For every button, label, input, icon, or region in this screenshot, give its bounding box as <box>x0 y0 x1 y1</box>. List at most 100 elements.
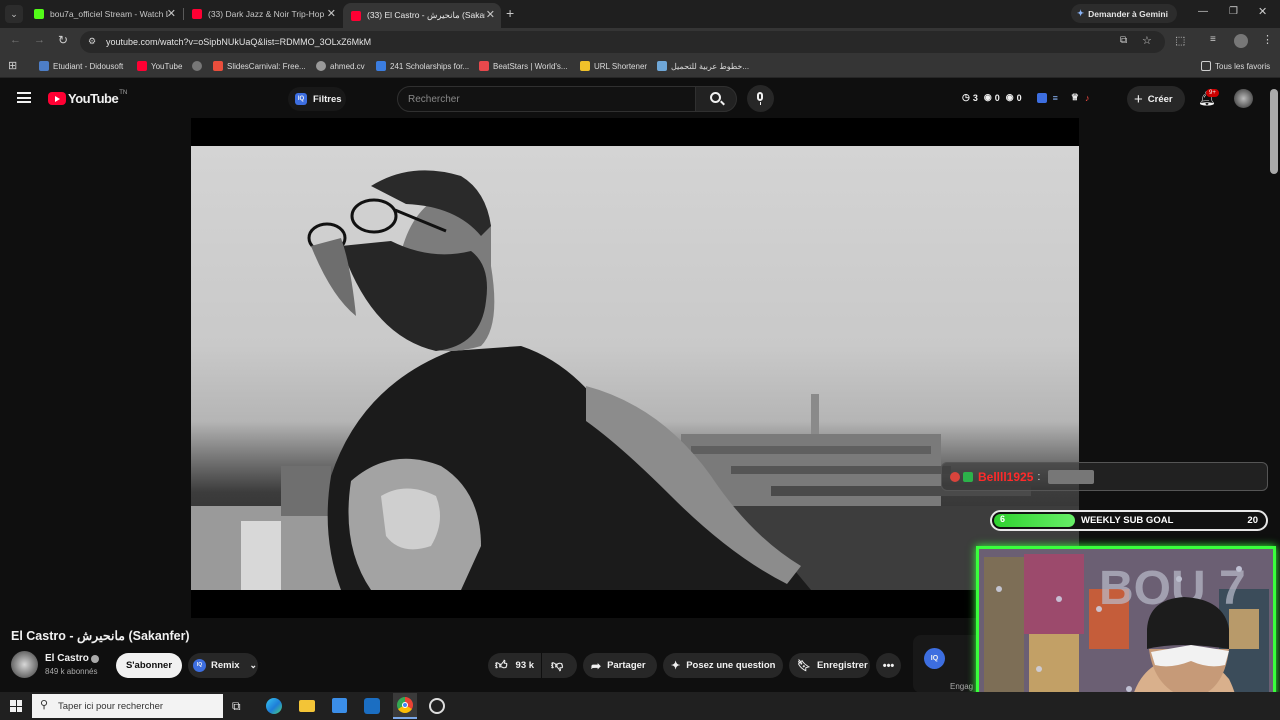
sub-goal-target: 20 <box>1247 515 1258 526</box>
subscribe-button[interactable]: S'abonner <box>116 653 182 678</box>
bookmark-label: خطوط عربية للتحميل... <box>671 61 750 71</box>
reload-icon[interactable]: ↻ <box>58 33 68 47</box>
taskbar-search-input[interactable]: ⚲ Taper ici pour rechercher <box>32 694 223 718</box>
bookmark-label: YouTube <box>151 61 183 71</box>
close-icon[interactable]: ✕ <box>486 8 495 21</box>
bookmark-star-icon[interactable]: ☆ <box>1142 34 1152 47</box>
filters-button[interactable]: IQ Filtres <box>288 87 346 111</box>
voice-search-button[interactable] <box>747 85 774 112</box>
browser-tab-strip: ⌄ bou7a_officiel Stream - Watch Live ✕ (… <box>0 0 1280 28</box>
channel-name[interactable]: El Castro <box>45 653 89 664</box>
back-icon[interactable]: ← <box>10 34 21 46</box>
forward-icon[interactable]: → <box>34 34 45 46</box>
bookmark-item[interactable]: BeatStars | World's... <box>479 61 568 71</box>
verified-icon <box>91 655 99 663</box>
search-button[interactable] <box>695 86 737 112</box>
address-bar[interactable]: ⚙ youtube.com/watch?v=oSipbNUkUaQ&list=R… <box>80 31 1165 53</box>
tab-search-button[interactable]: ⌄ <box>5 5 23 23</box>
extensions-icon[interactable]: ⬚ <box>1175 34 1185 47</box>
ask-question-button[interactable]: ✦ Posez une question <box>663 653 783 678</box>
bookmark-item[interactable]: Etudiant - Didousoft <box>39 61 123 71</box>
stat-value: 0 <box>994 92 1000 103</box>
bookmark-label: BeatStars | World's... <box>493 61 568 71</box>
chat-separator: : <box>1037 470 1041 483</box>
store-icon[interactable] <box>332 698 347 713</box>
close-icon[interactable]: ✕ <box>327 7 336 20</box>
browser-tab[interactable]: bou7a_officiel Stream - Watch Live ✕ <box>26 4 182 24</box>
stat-value: 3 <box>972 92 978 103</box>
create-button[interactable]: + Créer <box>1127 86 1185 112</box>
bookmark-item[interactable] <box>192 61 206 71</box>
youtube-favicon-icon <box>351 10 361 21</box>
account-avatar[interactable] <box>1234 89 1253 108</box>
globe-icon <box>192 61 202 71</box>
webcam-scene: BOU 7 <box>979 549 1273 715</box>
list-icon[interactable]: ≡ <box>1053 93 1058 103</box>
save-button[interactable]: 🔖︎ Enregistrer <box>789 653 870 678</box>
more-menu-icon[interactable]: ⋮ <box>1262 33 1273 46</box>
outlook-icon[interactable] <box>364 698 380 714</box>
browser-tab[interactable]: (33) Dark Jazz & Noir Trip-Hop ✕ <box>184 4 342 24</box>
filters-label: Filtres <box>313 93 342 105</box>
youtube-logo[interactable]: YouTube TN <box>48 90 127 106</box>
media-icon[interactable]: ≡ <box>1210 34 1216 45</box>
trophy-icon[interactable]: ♕ <box>1071 92 1079 103</box>
chrome-taskbar-button[interactable] <box>393 693 417 719</box>
share-button[interactable]: ➦ Partager <box>583 653 657 678</box>
install-app-icon[interactable]: ⧉ <box>1120 35 1127 46</box>
bookmark-item[interactable]: 241 Scholarships for... <box>376 61 469 71</box>
bookmark-item[interactable]: SlidesCarnival: Free... <box>213 61 306 71</box>
remix-button[interactable]: IQ Remix ⌄ <box>188 653 258 678</box>
channel-avatar[interactable] <box>11 651 38 678</box>
more-actions-button[interactable]: ••• <box>876 653 901 678</box>
notification-badge: 9+ <box>1206 89 1219 97</box>
close-window-button[interactable]: ✕ <box>1258 5 1267 18</box>
gemini-button[interactable]: ✦ Demander à Gemini <box>1071 4 1177 23</box>
new-tab-button[interactable]: + <box>506 5 514 21</box>
bookmark-label: 241 Scholarships for... <box>390 61 470 71</box>
like-button[interactable]: 👍︎ 93 k <box>488 653 541 678</box>
windows-start-icon[interactable] <box>10 700 22 712</box>
close-icon[interactable]: ✕ <box>167 7 176 20</box>
bookmark-item[interactable]: خطوط عربية للتحميل... <box>657 61 749 71</box>
page-scrollbar[interactable] <box>1270 89 1278 174</box>
chat-badge-icon <box>963 471 973 482</box>
bookmark-item[interactable]: URL Shortener <box>580 61 647 71</box>
profile-avatar[interactable] <box>1234 34 1248 48</box>
share-icon: ➦ <box>591 658 602 673</box>
site-info-icon[interactable]: ⚙ <box>88 36 96 47</box>
dislike-button[interactable]: 👎︎ <box>542 653 577 678</box>
tab-title: (33) Dark Jazz & Noir Trip-Hop <box>208 9 325 19</box>
url-text[interactable]: youtube.com/watch?v=oSipbNUkUaQ&list=RDM… <box>106 37 371 47</box>
file-explorer-icon[interactable] <box>299 700 315 712</box>
bookmark-item[interactable]: ahmed.cv <box>316 61 365 71</box>
all-bookmarks[interactable]: Tous les favoris <box>1201 61 1270 71</box>
logo-text: YouTube <box>68 91 119 106</box>
stat-value: 0 <box>1016 92 1022 103</box>
like-count: 93 k <box>515 660 535 671</box>
bookmark-favicon-icon <box>657 61 667 71</box>
search-input[interactable]: Rechercher <box>397 86 696 112</box>
browser-tab-active[interactable]: (33) El Castro - مانحيرش (Sakanfer) ✕ <box>343 3 501 28</box>
task-view-icon[interactable]: ⧉ <box>232 699 241 714</box>
iq-icon: IQ <box>193 659 206 672</box>
iq-icon: IQ <box>295 93 307 105</box>
alert-icon[interactable]: ♪ <box>1085 93 1090 103</box>
restore-button[interactable]: ❐ <box>1229 6 1238 17</box>
extension-stats: ◷ 3 ◉ 0 ◉ 0 ≡ ♕ ♪ <box>962 92 1089 103</box>
video-frame[interactable] <box>191 146 1079 590</box>
chat-username: Bellll1925 <box>978 469 1034 484</box>
iq-side-icon[interactable]: IQ <box>924 648 945 669</box>
video-player[interactable] <box>191 118 1079 618</box>
edge-icon[interactable] <box>266 698 282 714</box>
bookmark-label: URL Shortener <box>594 61 648 71</box>
browser-toolbar: ← → ↻ ⚙ youtube.com/watch?v=oSipbNUkUaQ&… <box>0 28 1280 56</box>
bookmark-label: ahmed.cv <box>330 61 365 71</box>
hamburger-menu-icon[interactable] <box>17 92 31 103</box>
bookmark-item[interactable]: YouTube <box>137 61 182 71</box>
minimize-button[interactable]: — <box>1198 6 1208 17</box>
obs-icon[interactable] <box>429 698 445 714</box>
apps-grid-icon[interactable]: ⊞ <box>8 59 17 72</box>
bookmark-label: Etudiant - Didousoft <box>53 61 124 71</box>
bookmark-favicon-icon <box>479 61 489 71</box>
